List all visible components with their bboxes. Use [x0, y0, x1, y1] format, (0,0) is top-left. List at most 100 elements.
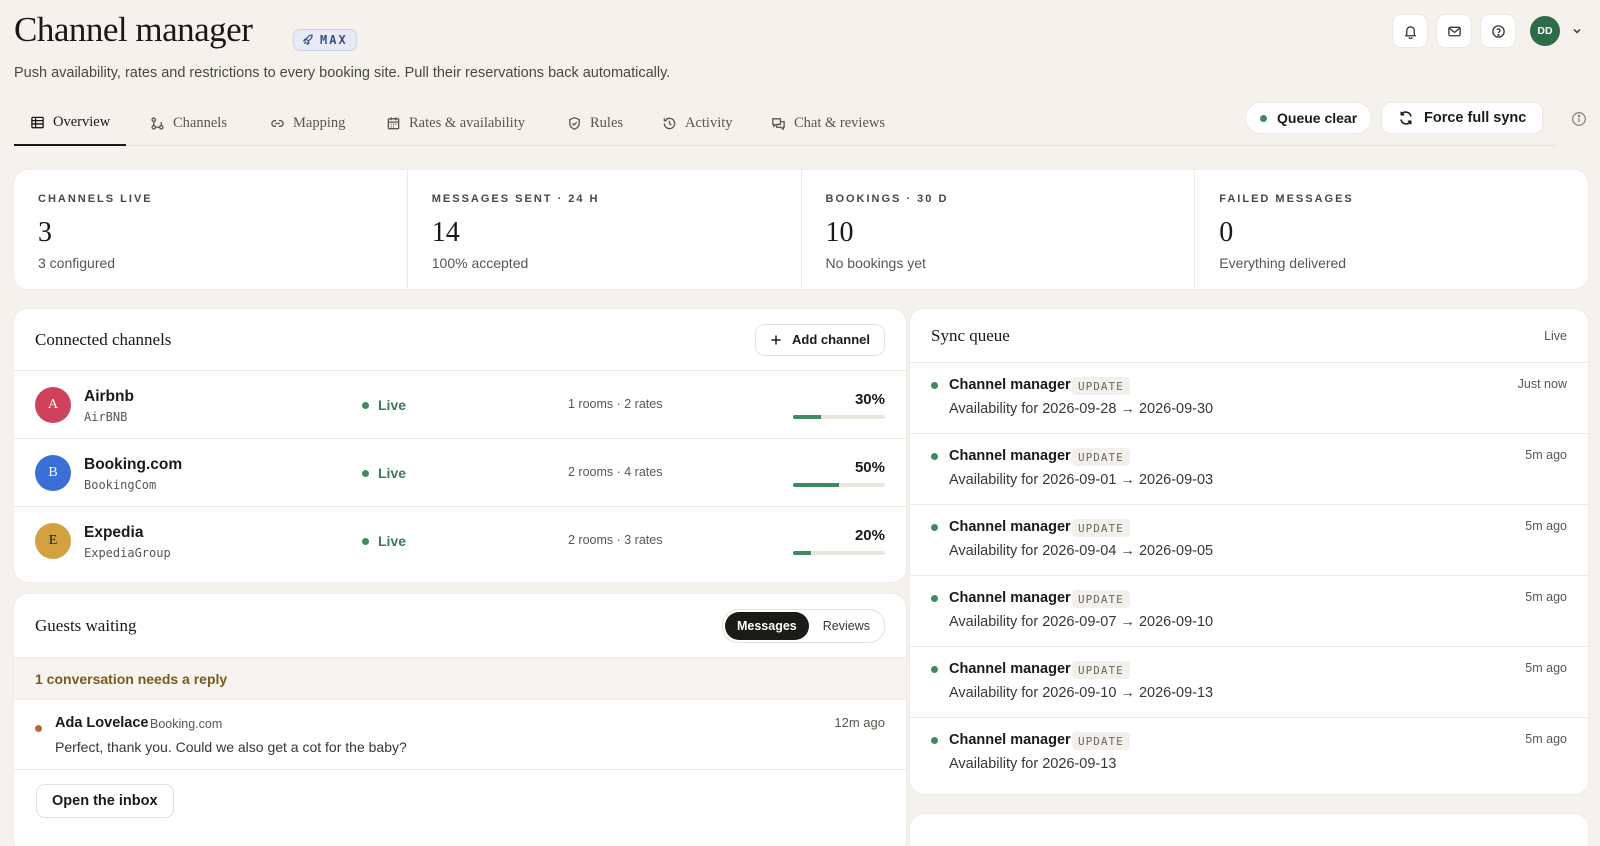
- stat-value: 3: [38, 217, 52, 248]
- stat-bookings: BOOKINGS · 30 D 10 No bookings yet: [802, 170, 1196, 289]
- channel-avatar: E: [35, 523, 71, 559]
- status-dot: [362, 537, 369, 545]
- conversation-source: Booking.com: [150, 717, 223, 731]
- stat-value: 10: [825, 217, 854, 248]
- channel-percent: 20%: [854, 527, 885, 544]
- user-avatar[interactable]: DD: [1530, 16, 1560, 46]
- queue-item-tag: UPDATE: [1072, 377, 1130, 395]
- queue-item-title: Channel manager: [949, 661, 1071, 677]
- channel-name: Booking.com: [84, 456, 183, 473]
- queue-item-title: Channel manager: [949, 590, 1071, 606]
- channel-progress-bar: [793, 415, 885, 419]
- queue-item-desc: Availability for 2026-09-28 → 2026-09-30: [949, 401, 1214, 417]
- channel-status-label: Live: [378, 397, 407, 413]
- queue-item[interactable]: Channel manager UPDATE Availability for …: [910, 647, 1588, 718]
- tab-overview-label: Overview: [53, 113, 111, 130]
- connected-channels-header: Connected channels Add channel: [14, 309, 906, 371]
- channel-progress-fill: [793, 415, 821, 419]
- help-button[interactable]: [1480, 14, 1516, 48]
- channel-status-label: Live: [378, 533, 407, 549]
- add-channel-button[interactable]: Add channel: [754, 323, 885, 356]
- stat-failed-messages: FAILED MESSAGES 0 Everything delivered: [1195, 170, 1588, 289]
- channel-status: Live: [362, 465, 406, 481]
- tab-rates-availability[interactable]: Rates & availability: [386, 100, 525, 146]
- account-menu-toggle[interactable]: [1568, 25, 1586, 37]
- queue-item[interactable]: Channel manager UPDATE Availability for …: [910, 363, 1588, 434]
- stat-sub: 3 configured: [38, 255, 116, 271]
- open-inbox-button[interactable]: Open the inbox: [36, 784, 174, 818]
- queue-status-dot: [931, 666, 938, 673]
- queue-item-desc: Availability for 2026-09-07 → 2026-09-10: [949, 614, 1214, 630]
- channel-meta: 2 rooms · 4 rates: [568, 465, 663, 479]
- queue-item-time: Just now: [1517, 377, 1567, 391]
- tab-chat-reviews[interactable]: Chat & reviews: [771, 100, 885, 146]
- sync-info-button[interactable]: [1571, 111, 1587, 132]
- messages-button[interactable]: [1436, 14, 1472, 48]
- queue-item[interactable]: Channel manager UPDATE Availability for …: [910, 505, 1588, 576]
- queue-status-pill[interactable]: Queue clear: [1245, 102, 1373, 134]
- tab-mapping-label: Mapping: [293, 114, 346, 131]
- tab-overview[interactable]: Overview: [14, 100, 127, 146]
- channel-row[interactable]: E Expedia ExpediaGroup Live 2 rooms · 3 …: [14, 507, 906, 575]
- plan-badge-label: MAX: [320, 33, 348, 47]
- queue-item-title: Channel manager: [949, 732, 1071, 748]
- queue-item-tag: UPDATE: [1072, 519, 1130, 537]
- chat-icon: [772, 117, 785, 130]
- connected-channels-title: Connected channels: [35, 329, 172, 349]
- channel-row[interactable]: B Booking.com BookingCom Live 2 rooms · …: [14, 439, 906, 507]
- queue-item-title: Channel manager: [949, 377, 1071, 393]
- channel-name: Airbnb: [84, 388, 134, 405]
- add-channel-label: Add channel: [791, 332, 870, 347]
- tab-rules-label: Rules: [590, 114, 624, 131]
- conversation-item[interactable]: Ada Lovelace Booking.com Perfect, thank …: [14, 700, 906, 770]
- tab-rules[interactable]: Rules: [567, 100, 623, 146]
- queue-item[interactable]: Channel manager UPDATE Availability for …: [910, 718, 1588, 789]
- force-sync-label: Force full sync: [1424, 110, 1527, 126]
- tab-chat-reviews-label: Chat & reviews: [794, 114, 886, 131]
- channel-avatar: A: [35, 387, 71, 423]
- channel-progress-fill: [793, 551, 812, 555]
- page-title: Channel manager: [14, 10, 253, 49]
- channel-avatar: B: [35, 455, 71, 491]
- stat-sub: No bookings yet: [825, 255, 926, 271]
- tab-mapping[interactable]: Mapping: [270, 100, 345, 146]
- channel-row[interactable]: A Airbnb AirBNB Live 1 rooms · 2 rates 3…: [14, 371, 906, 439]
- connected-channels-card: Connected channels Add channel A Airbnb …: [14, 309, 906, 582]
- channel-meta: 1 rooms · 2 rates: [568, 397, 663, 411]
- sync-queue-title: Sync queue: [931, 325, 1010, 345]
- segment-reviews[interactable]: Reviews: [811, 612, 882, 640]
- guests-segmented-control: Messages Reviews: [721, 608, 885, 643]
- queue-status-dot: [931, 737, 938, 744]
- segment-messages[interactable]: Messages: [724, 611, 809, 640]
- channel-code: AirBNB: [84, 410, 128, 424]
- stat-channels-live: CHANNELS LIVE 3 3 configured: [14, 170, 408, 289]
- notifications-button[interactable]: [1392, 14, 1428, 48]
- needs-reply-banner: 1 conversation needs a reply: [14, 658, 906, 700]
- stat-sub: Everything delivered: [1219, 255, 1347, 271]
- tab-channels[interactable]: Channels: [150, 100, 227, 146]
- sync-queue-header: Sync queue Live: [910, 309, 1588, 363]
- calendar-icon: [387, 116, 400, 129]
- channel-percent: 50%: [854, 459, 885, 476]
- tab-activity[interactable]: Activity: [662, 100, 733, 146]
- queue-item-time: 5m ago: [1525, 519, 1567, 533]
- stat-messages-sent: MESSAGES SENT · 24 H 14 100% accepted: [408, 170, 802, 289]
- stat-label: FAILED MESSAGES: [1219, 193, 1354, 205]
- queue-item[interactable]: Channel manager UPDATE Availability for …: [910, 576, 1588, 647]
- stats-panel: CHANNELS LIVE 3 3 configured MESSAGES SE…: [14, 170, 1588, 289]
- sync-queue-card: Sync queue Live Channel manager UPDATE A…: [910, 309, 1588, 794]
- chevron-down-icon: [1573, 28, 1581, 34]
- queue-item-time: 5m ago: [1525, 732, 1567, 746]
- queue-item-title: Channel manager: [949, 519, 1071, 535]
- channel-code: BookingCom: [84, 478, 157, 492]
- channel-status-label: Live: [378, 465, 407, 481]
- force-sync-button[interactable]: Force full sync: [1381, 102, 1544, 134]
- guests-waiting-title: Guests waiting: [35, 615, 137, 635]
- queue-item-time: 5m ago: [1525, 661, 1567, 675]
- queue-status-dot: [931, 595, 938, 602]
- conversation-time: 12m ago: [834, 715, 885, 730]
- queue-item[interactable]: Channel manager UPDATE Availability for …: [910, 434, 1588, 505]
- plus-icon: [771, 335, 781, 344]
- channel-code: ExpediaGroup: [84, 546, 171, 560]
- status-dot: [362, 401, 369, 409]
